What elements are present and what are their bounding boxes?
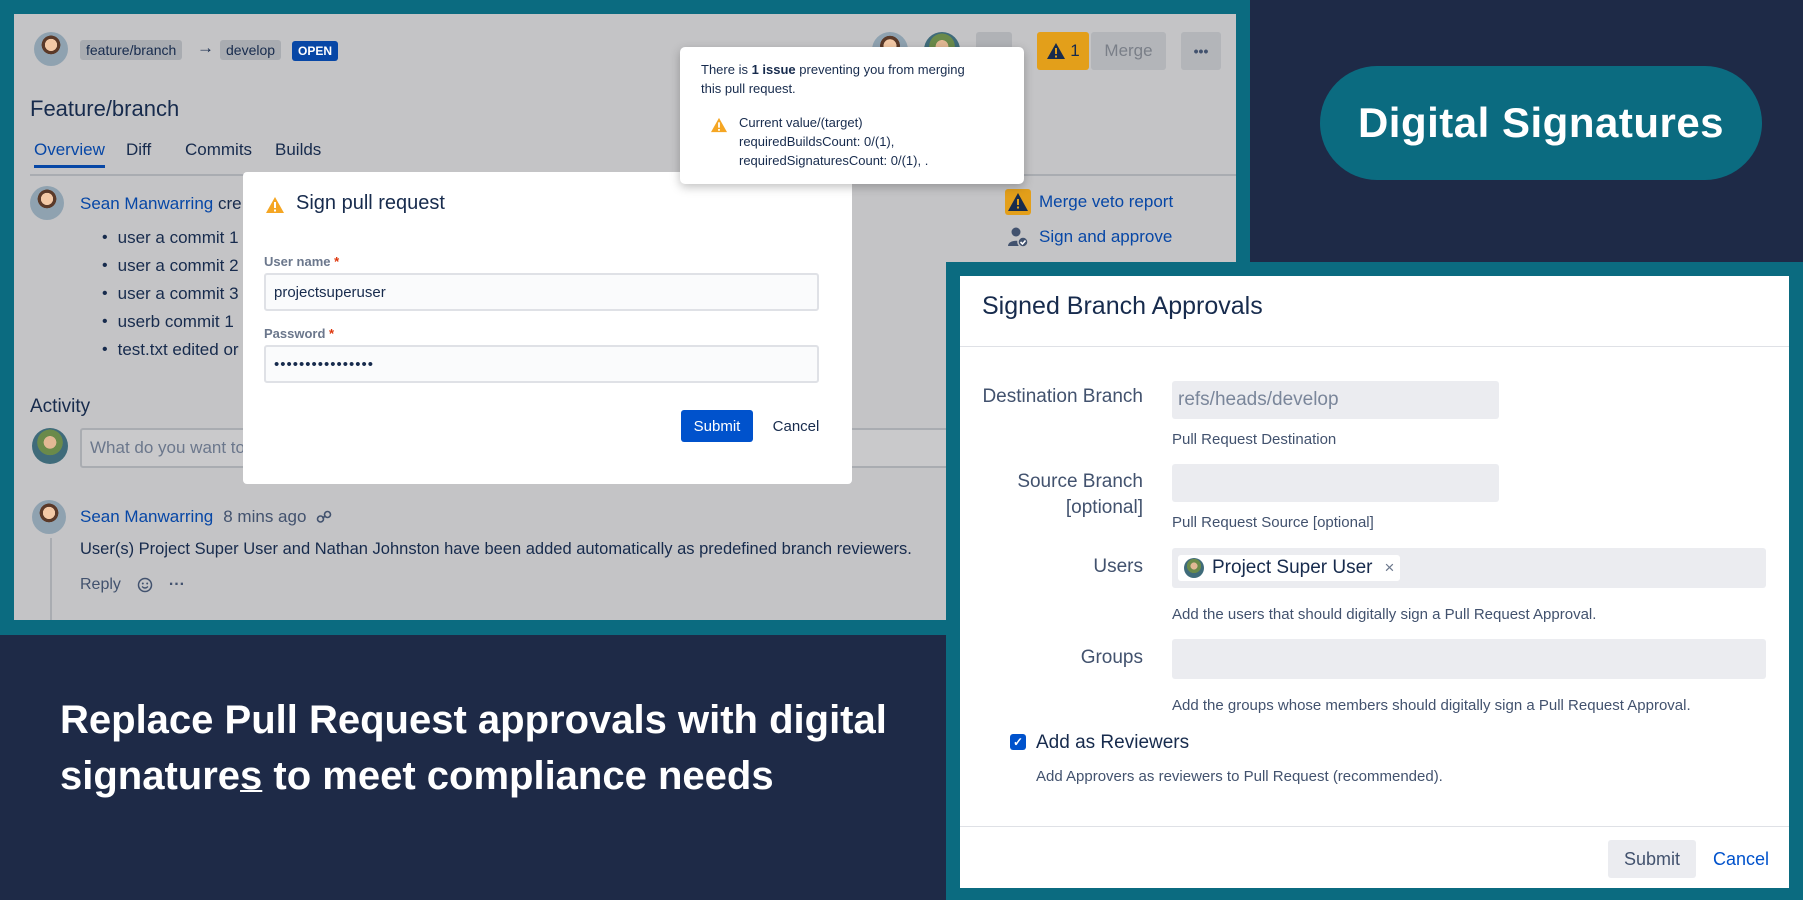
tab-commits[interactable]: Commits: [185, 140, 252, 160]
commenter-avatar[interactable]: [32, 500, 66, 534]
activity-heading: Activity: [30, 396, 91, 417]
list-item: test.txt edited or: [102, 336, 239, 364]
current-user-avatar[interactable]: [32, 428, 68, 464]
source-branch-help: Pull Request Source [optional]: [1172, 514, 1374, 531]
comment-time[interactable]: 8 mins ago: [223, 507, 306, 527]
cancel-button[interactable]: Cancel: [763, 410, 829, 442]
warning-icon: [711, 117, 727, 133]
add-as-reviewers-label[interactable]: Add as Reviewers: [1036, 732, 1189, 754]
author-action: cre: [217, 194, 242, 213]
list-item: user a commit 1: [102, 224, 239, 252]
submit-button[interactable]: Submit: [681, 410, 753, 442]
comment-more-button[interactable]: ···: [169, 576, 185, 594]
users-label: Users: [1093, 556, 1143, 577]
merge-veto-label: Merge veto report: [1039, 192, 1174, 211]
tabs: Overview Diff Commits Builds: [30, 140, 1236, 176]
merge-issues-tooltip: There is 1 issue preventing you from mer…: [680, 47, 1024, 184]
destination-branch-label: Destination Branch: [982, 386, 1143, 407]
comment-text: User(s) Project Super User and Nathan Jo…: [80, 540, 912, 558]
username-input[interactable]: projectsuperuser: [264, 273, 819, 311]
warning-icon: [1047, 43, 1066, 59]
page-title: Feature/branch: [30, 96, 180, 121]
groups-input[interactable]: [1172, 639, 1766, 679]
status-badge: OPEN: [292, 41, 339, 61]
emoji-icon[interactable]: [137, 577, 153, 593]
panel-title: Signed Branch Approvals: [982, 292, 1263, 320]
groups-label: Groups: [1080, 647, 1143, 668]
sign-and-approve-link[interactable]: Sign and approve: [1007, 226, 1172, 248]
thread-line: [50, 538, 52, 620]
warning-icon: [266, 197, 284, 213]
comment-actions: Reply ···: [80, 576, 185, 594]
remove-icon[interactable]: ×: [1385, 558, 1395, 578]
headline: Replace Pull Request approvals with digi…: [60, 692, 920, 804]
list-item: user a commit 2: [102, 252, 239, 280]
title-divider: [960, 346, 1789, 347]
merge-veto-report-link[interactable]: Merge veto report: [1005, 189, 1173, 215]
commenter-link[interactable]: Sean Manwarring: [80, 507, 213, 527]
user-check-icon: [1008, 227, 1029, 248]
target-branch-lozenge[interactable]: develop: [220, 40, 282, 60]
signed-branch-approvals-panel: Signed Branch Approvals Destination Bran…: [960, 276, 1789, 888]
source-branch-lozenge[interactable]: feature/branch: [80, 40, 183, 60]
comment-header: Sean Manwarring 8 mins ago: [80, 507, 332, 527]
headline-line-1: Replace Pull Request approvals with digi…: [60, 698, 887, 742]
reply-button[interactable]: Reply: [80, 576, 121, 594]
dialog-title: Sign pull request: [296, 192, 445, 214]
arrow-right-icon: →: [197, 38, 214, 57]
author-link[interactable]: Sean Manwarring: [80, 194, 213, 213]
destination-branch-input[interactable]: refs/heads/develop: [1172, 381, 1499, 419]
tab-diff[interactable]: Diff: [126, 140, 151, 160]
tab-builds[interactable]: Builds: [275, 140, 321, 160]
list-item: user a commit 3: [102, 280, 239, 308]
link-icon[interactable]: [316, 509, 332, 525]
warning-icon: [1005, 189, 1031, 215]
headline-line-2: signatures to meet compliance needs: [60, 754, 774, 798]
users-help: Add the users that should digitally sign…: [1172, 606, 1597, 623]
issue-count: 1: [1070, 41, 1080, 60]
user-avatar: [1184, 558, 1204, 578]
more-actions-button[interactable]: •••: [1181, 32, 1221, 70]
destination-branch-help: Pull Request Destination: [1172, 431, 1337, 448]
add-as-reviewers-help: Add Approvers as reviewers to Pull Reque…: [1036, 768, 1443, 785]
user-chip: Project Super User ×: [1178, 555, 1401, 581]
username-label: User name *: [264, 254, 340, 269]
user-chip-label: Project Super User: [1212, 557, 1373, 578]
tab-overview[interactable]: Overview: [34, 140, 105, 168]
commit-list: user a commit 1 user a commit 2 user a c…: [102, 224, 239, 364]
sign-and-approve-label: Sign and approve: [1039, 227, 1173, 246]
source-branch-input[interactable]: [1172, 464, 1499, 502]
comment-placeholder: What do you want to: [90, 438, 245, 457]
feature-badge: Digital Signatures: [1320, 66, 1762, 180]
groups-help: Add the groups whose members should digi…: [1172, 697, 1691, 714]
password-input[interactable]: ••••••••••••••••: [264, 345, 819, 383]
author-avatar[interactable]: [34, 32, 68, 66]
cancel-button[interactable]: Cancel: [1704, 840, 1778, 878]
sign-pull-request-dialog: Sign pull request User name * projectsup…: [243, 172, 852, 484]
list-item: userb commit 1: [102, 308, 239, 336]
merge-issues-button[interactable]: 1: [1037, 32, 1089, 70]
add-as-reviewers-checkbox[interactable]: ✓: [1010, 734, 1026, 750]
description-header: Sean Manwarring cre: [80, 194, 242, 214]
issue-detail: Current value/(target) requiredBuildsCou…: [739, 115, 929, 168]
footer-divider: [960, 826, 1789, 827]
users-input[interactable]: Project Super User ×: [1172, 548, 1766, 588]
submit-button[interactable]: Submit: [1608, 840, 1696, 878]
merge-button[interactable]: Merge: [1091, 32, 1166, 70]
author-avatar[interactable]: [30, 186, 64, 220]
tooltip-message: There is 1 issue preventing you from mer…: [701, 62, 965, 96]
source-branch-label: Source Branch [optional]: [1017, 471, 1143, 518]
password-label: Password *: [264, 326, 335, 341]
